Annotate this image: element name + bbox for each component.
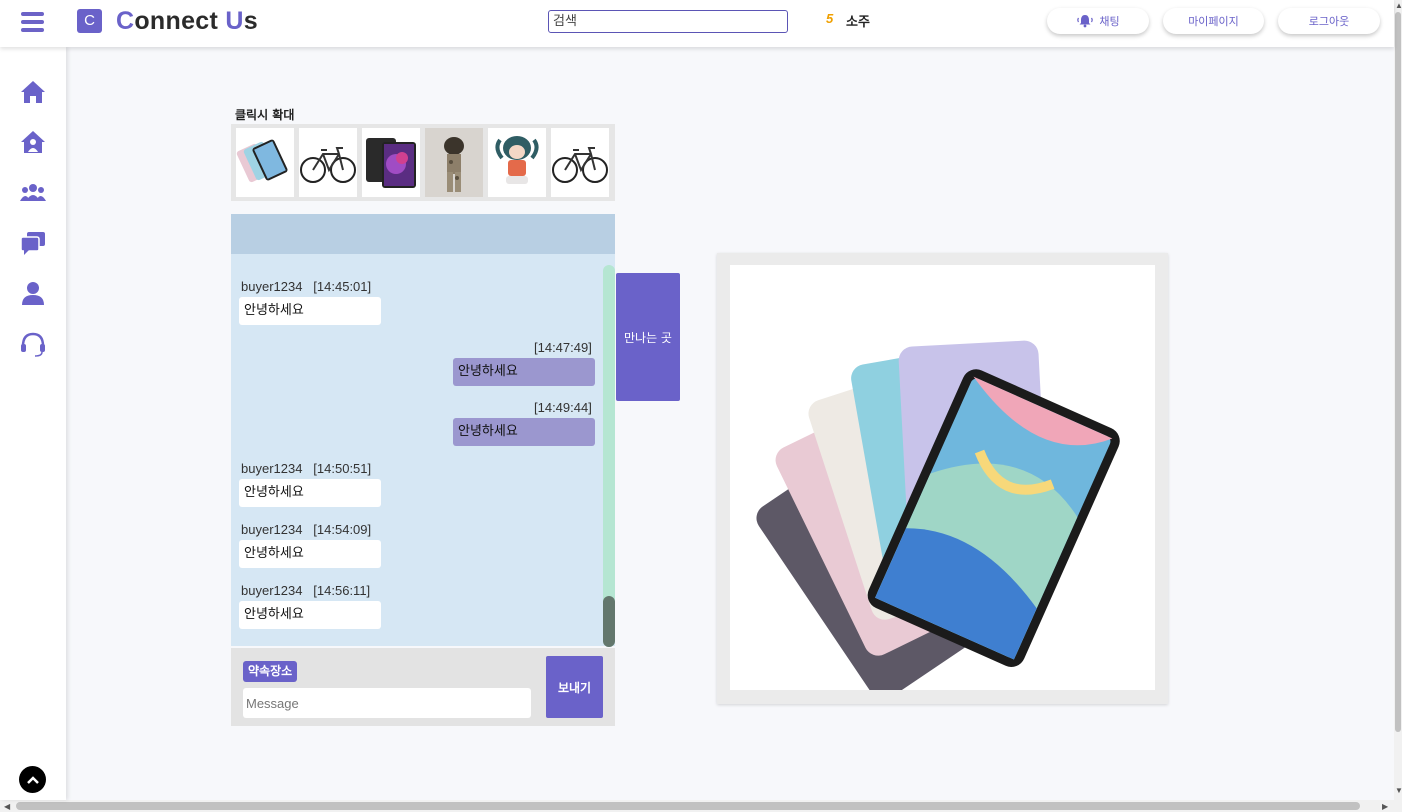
chat-bubbles-icon[interactable]	[20, 230, 46, 256]
message-sender: buyer1234	[241, 461, 303, 476]
send-button[interactable]: 보내기	[546, 656, 603, 718]
thumbnail-tablet-colors[interactable]	[236, 128, 294, 197]
message-time: [14:47:49]	[534, 340, 592, 355]
gallery-label: 클릭시 확대	[235, 108, 295, 122]
appointment-place-tag[interactable]: 약속장소	[243, 661, 298, 682]
thumbnail-strip	[231, 124, 615, 201]
product-image[interactable]	[730, 265, 1155, 700]
scroll-up-arrow-icon[interactable]: ▲	[1395, 1, 1402, 10]
message-time: [14:54:09]	[313, 522, 372, 537]
chat-label: 채팅	[1099, 15, 1120, 28]
sidebar	[0, 47, 66, 800]
headset-icon[interactable]	[20, 331, 46, 357]
group-icon[interactable]	[20, 179, 46, 205]
chat-scrollbar-thumb[interactable]	[603, 596, 615, 647]
user-icon[interactable]	[20, 280, 46, 306]
logo-icon[interactable]: C	[77, 9, 102, 33]
message-sender: buyer1234	[241, 279, 303, 294]
thumbnail-bicycle[interactable]	[299, 128, 357, 197]
scroll-left-arrow-icon[interactable]: ◀	[4, 802, 10, 811]
community-home-icon[interactable]	[20, 129, 46, 155]
thumbnail-bicycle-2[interactable]	[551, 128, 609, 197]
scroll-down-arrow-icon[interactable]: ▼	[1395, 786, 1402, 795]
brand-word-1: onnect	[134, 7, 226, 35]
message-input[interactable]	[243, 688, 531, 718]
message-sender: buyer1234	[241, 583, 303, 598]
search-input[interactable]	[548, 10, 788, 33]
menu-icon[interactable]	[21, 12, 44, 32]
top-bar: C Connect Us 5 소주 채팅 마이페이지 로그아웃	[0, 0, 1394, 47]
incoming-message: 안녕하세요	[239, 601, 381, 629]
message-meta: buyer1234 [14:45:01]	[241, 279, 371, 294]
chat-scrollbar[interactable]	[603, 265, 615, 647]
location-number: 5	[826, 11, 834, 26]
message-meta: buyer1234 [14:56:11]	[241, 583, 370, 598]
message-time: [14:50:51]	[313, 461, 372, 476]
page-horizontal-scrollbar-thumb[interactable]	[16, 802, 1360, 810]
brand-initial-u: U	[225, 7, 244, 35]
incoming-message: 안녕하세요	[239, 540, 381, 568]
outgoing-message: 안녕하세요	[453, 418, 595, 446]
home-icon[interactable]	[20, 79, 46, 105]
message-time: [14:56:11]	[313, 583, 371, 598]
thumbnail-tablet-dark[interactable]	[362, 128, 420, 197]
logout-label: 로그아웃	[1308, 15, 1350, 28]
chevron-up-icon	[26, 775, 39, 784]
thumbnail-character[interactable]	[488, 128, 546, 197]
outgoing-message: 안녕하세요	[453, 358, 595, 386]
meeting-place-button[interactable]: 만나는 곳	[616, 273, 680, 401]
scroll-top-button[interactable]	[19, 766, 46, 793]
chat-button[interactable]: 채팅	[1047, 8, 1149, 34]
message-time: [14:45:01]	[313, 279, 372, 294]
location-name[interactable]: 소주	[846, 11, 870, 30]
bell-icon	[1077, 15, 1094, 28]
mypage-label: 마이페이지	[1188, 15, 1239, 28]
scroll-right-arrow-icon[interactable]: ▶	[1382, 802, 1388, 811]
thumbnail-camo-outfit[interactable]	[425, 128, 483, 197]
logout-button[interactable]: 로그아웃	[1278, 8, 1380, 34]
page-vertical-scrollbar-thumb[interactable]	[1395, 12, 1401, 732]
brand-word-2: s	[243, 7, 258, 35]
chat-header	[231, 214, 615, 254]
message-time: [14:49:44]	[534, 400, 592, 415]
incoming-message: 안녕하세요	[239, 479, 381, 507]
message-meta: buyer1234 [14:50:51]	[241, 461, 371, 476]
incoming-message: 안녕하세요	[239, 297, 381, 325]
mypage-button[interactable]: 마이페이지	[1163, 8, 1264, 34]
brand-initial-c: C	[116, 7, 135, 35]
message-sender: buyer1234	[241, 522, 303, 537]
brand-name[interactable]: Connect Us	[116, 7, 258, 36]
message-meta: buyer1234 [14:54:09]	[241, 522, 371, 537]
